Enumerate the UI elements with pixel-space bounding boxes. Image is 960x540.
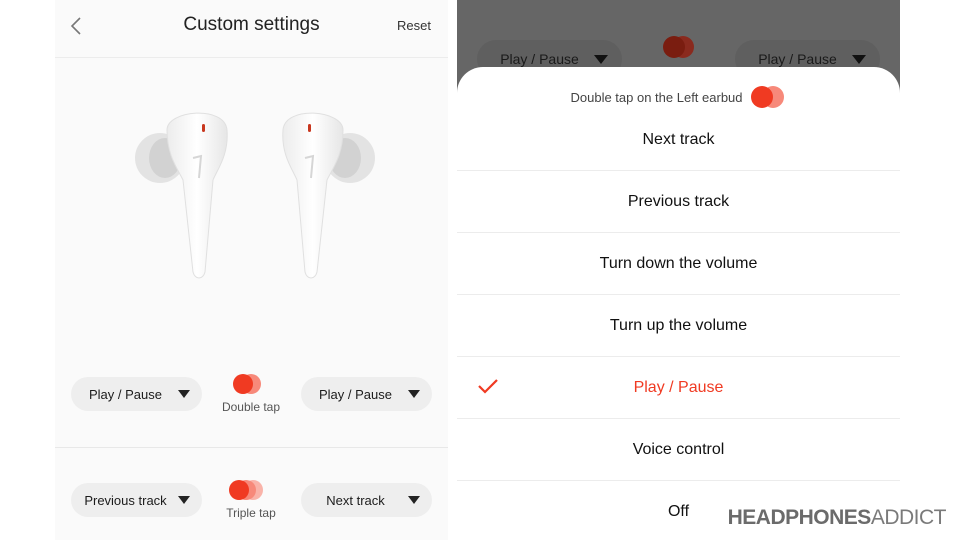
caret-down-icon: [594, 54, 608, 64]
page-title: Custom settings: [183, 14, 320, 35]
option-turn-up-volume[interactable]: Turn up the volume: [457, 295, 900, 357]
left-earbud: [135, 112, 228, 279]
dropdown-value: Play / Pause: [89, 386, 162, 402]
option-previous-track[interactable]: Previous track: [457, 171, 900, 233]
left-triple-tap-dropdown[interactable]: Previous track: [71, 483, 202, 517]
dropdown-value: Play / Pause: [500, 51, 579, 67]
right-earbud: [282, 112, 375, 279]
dropdown-value: Play / Pause: [758, 51, 837, 67]
option-label: Off: [667, 502, 690, 520]
dropdown-value: Play / Pause: [319, 386, 392, 402]
dropdown-value: Next track: [326, 492, 385, 508]
triple-tap-row: Previous track Triple tap Next track: [55, 478, 448, 538]
dimmed-double-tap-icon: [660, 34, 700, 60]
reset-button[interactable]: Reset: [397, 18, 431, 33]
double-tap-row: Play / Pause Double tap Play / Pause: [55, 372, 448, 432]
triple-tap-icon: [227, 478, 277, 502]
watermark-bold: HEADPHONES: [727, 506, 872, 529]
dropdown-value: Previous track: [84, 492, 167, 508]
top-bar: Custom settings Reset: [55, 0, 448, 58]
gesture-label: Triple tap: [226, 506, 276, 520]
watermark-logo: HEADPHONESADDICT: [727, 506, 947, 530]
watermark-thin: ADDICT: [870, 506, 947, 529]
double-tap-icon: [750, 85, 787, 109]
caret-down-icon: [408, 390, 420, 398]
caret-down-icon: [852, 54, 866, 64]
divider: [55, 447, 448, 448]
option-turn-down-volume[interactable]: Turn down the volume: [457, 233, 900, 295]
option-label: Voice control: [632, 440, 725, 458]
double-tap-icon: [227, 372, 277, 396]
option-label: Turn up the volume: [609, 316, 748, 334]
left-double-tap-dropdown[interactable]: Play / Pause: [71, 377, 202, 411]
right-double-tap-dropdown[interactable]: Play / Pause: [301, 377, 432, 411]
caret-down-icon: [178, 390, 190, 398]
caret-down-icon: [408, 496, 420, 504]
gesture-label: Double tap: [221, 400, 281, 414]
option-voice-control[interactable]: Voice control: [457, 419, 900, 481]
option-label: Previous track: [627, 192, 730, 210]
caret-down-icon: [178, 496, 190, 504]
earbuds-image: [135, 112, 375, 279]
action-picker-screen: Play / Pause Play / Pause Double tap on …: [457, 0, 900, 540]
sheet-header: Double tap on the Left earbud: [457, 85, 900, 109]
sheet-title: Double tap on the Left earbud: [570, 89, 743, 105]
option-next-track[interactable]: Next track: [457, 109, 900, 171]
checkmark-icon: [478, 379, 498, 394]
custom-settings-screen: Custom settings Reset Play / Pause Doubl…: [55, 0, 448, 540]
option-label: Next track: [642, 130, 715, 148]
bottom-sheet: Double tap on the Left earbud Next track…: [457, 67, 900, 540]
option-play-pause[interactable]: Play / Pause: [457, 357, 900, 419]
option-label: Play / Pause: [633, 378, 724, 396]
option-label: Turn down the volume: [599, 254, 758, 272]
right-triple-tap-dropdown[interactable]: Next track: [301, 483, 432, 517]
